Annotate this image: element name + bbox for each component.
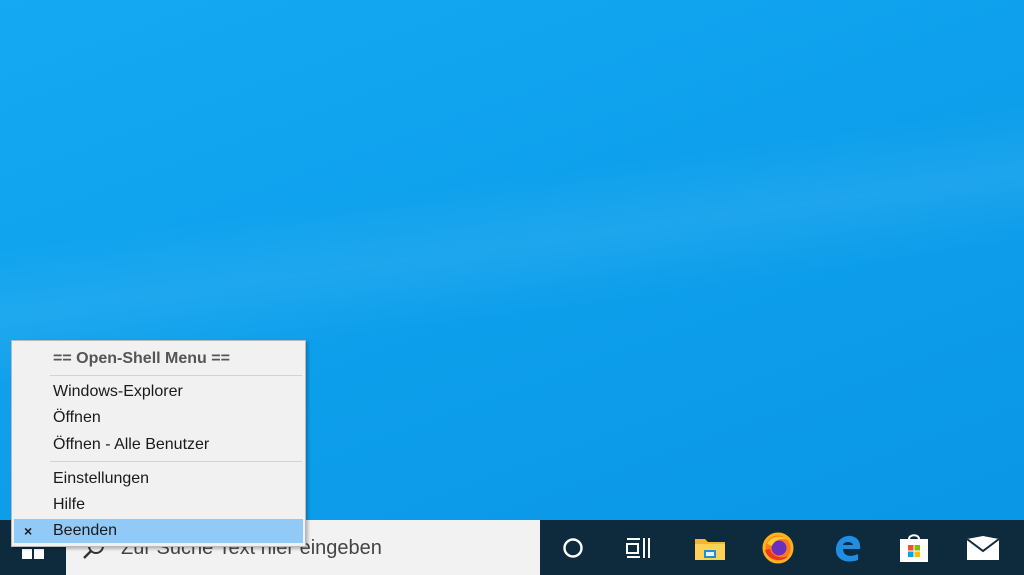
edge-button[interactable]	[819, 520, 875, 575]
microsoft-store-button[interactable]	[886, 520, 942, 575]
cortana-icon	[563, 537, 583, 558]
file-explorer-icon	[695, 538, 725, 560]
microsoft-store-icon	[900, 533, 928, 562]
firefox-icon	[762, 532, 794, 563]
menu-header: == Open-Shell Menu ==	[14, 347, 303, 371]
menu-item-label: Hilfe	[53, 496, 86, 513]
file-explorer-button[interactable]	[682, 520, 738, 575]
mail-icon	[966, 535, 1000, 560]
menu-item-exit[interactable]: × Beenden	[14, 519, 303, 543]
edge-icon	[836, 535, 861, 562]
menu-item-label: Windows-Explorer	[53, 383, 183, 400]
menu-separator	[50, 375, 302, 376]
task-view-icon	[626, 537, 650, 558]
menu-item-label: Einstellungen	[53, 470, 150, 487]
menu-separator	[50, 461, 302, 462]
task-view-button[interactable]	[611, 520, 667, 575]
close-x-icon: ×	[24, 523, 33, 539]
menu-item-windows-explorer[interactable]: Windows-Explorer	[14, 380, 303, 404]
mail-button[interactable]	[955, 520, 1011, 575]
open-shell-context-menu: == Open-Shell Menu == Windows-Explorer Ö…	[11, 340, 306, 547]
menu-item-open[interactable]: Öffnen	[14, 406, 303, 430]
cortana-button[interactable]	[545, 520, 601, 575]
menu-item-label: Öffnen - Alle Benutzer	[53, 436, 210, 453]
menu-item-label: Öffnen	[53, 409, 101, 426]
menu-header-label: == Open-Shell Menu ==	[53, 350, 230, 367]
menu-item-open-all-users[interactable]: Öffnen - Alle Benutzer	[14, 433, 303, 457]
menu-item-help[interactable]: Hilfe	[14, 493, 303, 517]
menu-item-label: Beenden	[53, 522, 118, 539]
firefox-button[interactable]	[750, 520, 806, 575]
menu-item-settings[interactable]: Einstellungen	[14, 467, 303, 491]
